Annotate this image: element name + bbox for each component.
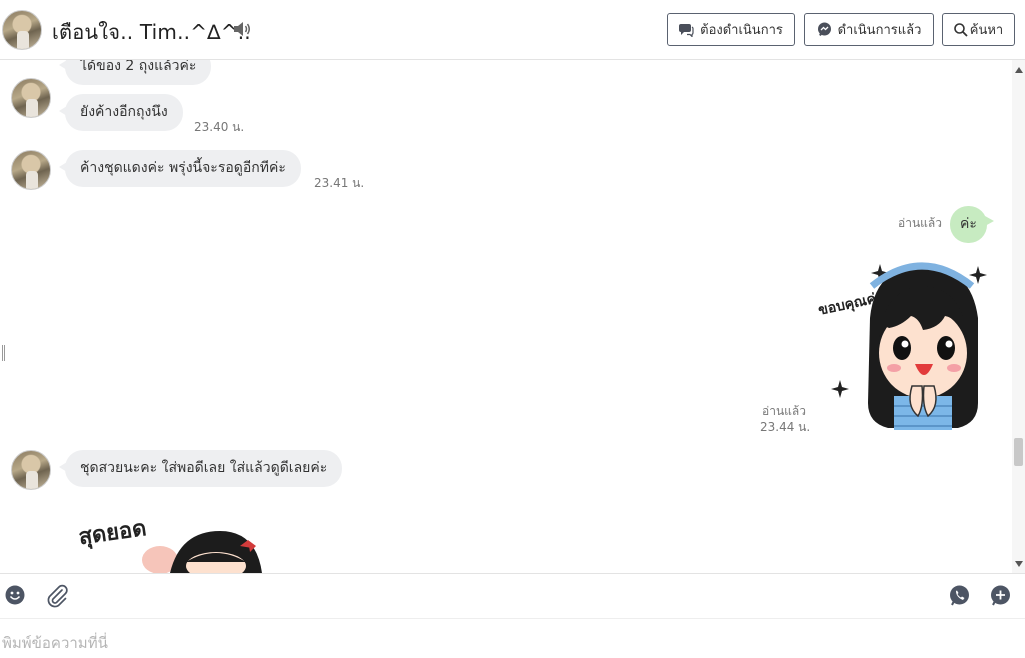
sender-avatar[interactable] [11,150,51,190]
message-text: ได้ของ 2 ถุงแล้วค่ะ [80,60,197,74]
paperclip-icon[interactable] [46,584,68,608]
speaker-icon[interactable] [233,21,251,37]
scroll-down-arrow[interactable] [1015,561,1023,567]
sender-avatar[interactable] [11,78,51,118]
message-bubble[interactable]: ยังค้างอีกถุงนึง [59,94,183,131]
search-icon [953,22,968,37]
messenger-icon [817,22,831,36]
message-time: 23.44 น. [760,420,811,434]
message-list[interactable]: ได้ของ 2 ถุงแล้วค่ะ ยังค้างอีกถุงนึง 23.… [0,60,1012,573]
chat-header: เตือนใจ.. Tim..^∆^.. ต้องดำเนินการ ดำเนิ… [0,0,1025,60]
smiley-icon[interactable] [5,585,25,605]
message-bubble[interactable]: ค้างชุดแดงค่ะ พรุ่งนี้จะรอดูอีกทีค่ะ [59,150,301,187]
message-bubble[interactable]: ได้ของ 2 ถุงแล้วค่ะ [58,60,212,85]
resize-handle[interactable] [2,345,5,361]
message-bubble[interactable]: ค่ะ [950,206,994,243]
message-text: ยังค้างอีกถุงนึง [80,104,168,120]
search-button[interactable]: ค้นหา [942,13,1015,46]
chat-title: เตือนใจ.. Tim..^∆^.. [52,20,251,44]
done-button-label: ดำเนินการแล้ว [837,23,922,38]
phone-icon[interactable] [949,585,970,606]
todo-button[interactable]: ต้องดำเนินการ [667,13,795,46]
scroll-thumb[interactable] [1014,438,1023,466]
read-receipt: อ่านแล้ว [898,216,942,230]
composer-input-area [0,618,1025,658]
message-time: 23.41 น. [314,176,365,190]
sender-avatar[interactable] [11,450,51,490]
sticker-thank-you[interactable]: ขอบคุณค่า [812,258,992,433]
plus-chat-icon[interactable] [990,585,1011,606]
search-button-label: ค้นหา [969,23,1004,38]
message-text: ชุดสวยนะคะ ใส่พอดีเลย ใส่แล้วดูดีเลยค่ะ [80,460,328,476]
message-time: 23.40 น. [194,120,245,134]
done-button[interactable]: ดำเนินการแล้ว [804,13,934,46]
contact-avatar[interactable] [2,10,42,50]
message-text: ค้างชุดแดงค่ะ พรุ่งนี้จะรอดูอีกทีค่ะ [80,160,286,176]
todo-button-label: ต้องดำเนินการ [700,23,783,38]
message-bubble[interactable]: ชุดสวยนะคะ ใส่พอดีเลย ใส่แล้วดูดีเลยค่ะ [58,450,343,487]
chat-bubble-icon [679,23,694,37]
composer-toolbar [0,573,1025,618]
sticker-caption: สุดยอด [77,516,148,551]
message-scrollbar[interactable] [1012,60,1025,573]
message-input[interactable] [0,619,1025,658]
message-text: ค่ะ [960,216,977,232]
scroll-up-arrow[interactable] [1015,67,1023,73]
sticker-awesome[interactable]: สุดยอด [70,500,270,573]
